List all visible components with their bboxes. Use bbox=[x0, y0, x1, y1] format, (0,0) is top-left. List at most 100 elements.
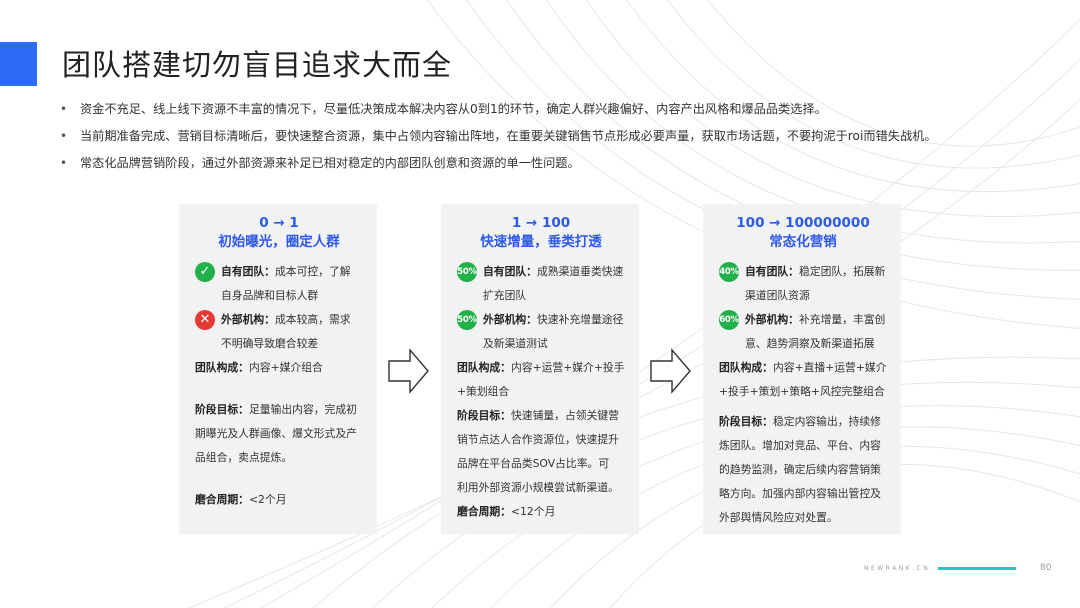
internal-team-row-cont: 扩充团队 bbox=[457, 284, 625, 308]
stage-goal-text: 品组合，卖点提炼。 bbox=[195, 451, 293, 464]
stage-goal-text: 利用外部资源小规模尝试新渠道。 bbox=[457, 481, 619, 494]
stage-goal-cont: 利用外部资源小规模尝试新渠道。 bbox=[457, 476, 625, 500]
adaptation-period-label: 磨合周期： bbox=[457, 505, 511, 518]
bullet-item: • 常态化品牌营销阶段，通过外部资源来补足已相对稳定的内部团队创意和资源的单一性问… bbox=[58, 150, 1058, 177]
internal-team-label: 自有团队： bbox=[221, 265, 275, 278]
stage-goal-text: 销节点达人合作资源位，快速提升 bbox=[457, 433, 619, 446]
external-agency-row-cont: 意、趋势洞察及新渠道拓展 bbox=[719, 332, 887, 356]
percent-badge-icon: 50% bbox=[457, 262, 477, 282]
percent-badge-icon: 50% bbox=[457, 310, 477, 330]
stage-goal-label: 阶段目标： bbox=[457, 409, 511, 422]
team-composition-text: 内容+媒介组合 bbox=[248, 361, 323, 374]
stage-range: 100 → 100000000 bbox=[736, 215, 870, 231]
stage-goal-cont: 的趋势监测，确定后续内容营销策 bbox=[719, 458, 887, 482]
internal-team-text: 渠道团队资源 bbox=[745, 289, 810, 302]
stage-goal: 阶段目标：快速铺量，占领关键营 bbox=[457, 404, 625, 428]
cross-icon: ✕ bbox=[195, 310, 215, 330]
team-composition-cont: +投手+策划+策略+风控完整组合 bbox=[719, 380, 887, 404]
internal-team-text: 扩充团队 bbox=[483, 289, 527, 302]
percent-badge-icon: 60% bbox=[719, 310, 739, 330]
team-composition: 团队构成：内容+直播+运营+媒介 bbox=[719, 356, 887, 380]
stage-goal: 阶段目标：稳定内容输出，持续修 bbox=[719, 410, 887, 434]
stage-goal-cont: 略方向。加强内部内容输出管控及 bbox=[719, 482, 887, 506]
team-composition-label: 团队构成： bbox=[457, 361, 511, 374]
external-agency-row-cont: 不明确导致磨合较差 bbox=[195, 332, 363, 356]
stage-phase: 初始曝光，圈定人群 bbox=[218, 234, 340, 250]
internal-team-row-cont: 自身品牌和目标人群 bbox=[195, 284, 363, 308]
bullet-text: 资金不充足、线上线下资源不丰富的情况下，尽量低决策成本解决内容从0到1的环节，确… bbox=[80, 102, 827, 116]
adaptation-period: 磨合周期：<12个月 bbox=[457, 500, 625, 524]
team-composition-cont: +策划组合 bbox=[457, 380, 625, 404]
stage-goal: 阶段目标：足量输出内容，完成初 bbox=[195, 398, 363, 422]
team-composition-text: 内容+直播+运营+媒介 bbox=[772, 361, 887, 374]
external-agency-row: 50% 外部机构：快速补充增量途径 bbox=[457, 308, 625, 332]
stage-goal-text: 品牌在平台品类SOV占比率。可 bbox=[457, 457, 610, 470]
external-agency-label: 外部机构： bbox=[745, 313, 799, 326]
page-title: 团队搭建切勿盲目追求大而全 bbox=[62, 48, 453, 82]
bullet-marker: • bbox=[60, 156, 68, 170]
external-agency-text: 不明确导致磨合较差 bbox=[221, 337, 319, 350]
team-composition: 团队构成：内容+运营+媒介+投手 bbox=[457, 356, 625, 380]
external-agency-label: 外部机构： bbox=[483, 313, 537, 326]
team-composition: 团队构成：内容+媒介组合 bbox=[195, 356, 363, 380]
external-agency-row-cont: 及新渠道测试 bbox=[457, 332, 625, 356]
footer-accent-line bbox=[938, 567, 1016, 570]
stage-goal-text: 略方向。加强内部内容输出管控及 bbox=[719, 487, 881, 500]
internal-team-text: 成本可控，了解 bbox=[274, 265, 351, 278]
bullet-marker: • bbox=[60, 129, 68, 143]
stage-goal-text: 稳定内容输出，持续修 bbox=[772, 415, 881, 428]
internal-team-row: 40% 自有团队：稳定团队，拓展新 bbox=[719, 260, 887, 284]
internal-team-text: 稳定团队，拓展新 bbox=[798, 265, 886, 278]
internal-team-text: 成熟渠道垂类快速 bbox=[536, 265, 624, 278]
stage-goal-label: 阶段目标： bbox=[719, 415, 773, 428]
adaptation-period-value: <2个月 bbox=[248, 493, 287, 506]
title-accent-bar bbox=[0, 42, 37, 86]
stage-goal-cont: 销节点达人合作资源位，快速提升 bbox=[457, 428, 625, 452]
stage-goal-cont: 品组合，卖点提炼。 bbox=[195, 446, 363, 470]
stage-card-routine: 100 → 100000000 常态化营销 40% 自有团队：稳定团队，拓展新 … bbox=[703, 204, 901, 534]
stage-goal-cont: 期曝光及人群画像、爆文形式及产 bbox=[195, 422, 363, 446]
page-number: 80 bbox=[1040, 563, 1052, 573]
external-agency-text: 补充增量，丰富创 bbox=[798, 313, 886, 326]
team-composition-label: 团队构成： bbox=[719, 361, 773, 374]
external-agency-label: 外部机构： bbox=[221, 313, 275, 326]
stage-goal-cont: 外部舆情风险应对处置。 bbox=[719, 506, 887, 530]
stage-goal-text: 期曝光及人群画像、爆文形式及产 bbox=[195, 427, 357, 440]
bullet-text: 当前期准备完成、营销目标清晰后，要快速整合资源，集中占领内容输出阵地，在重要关键… bbox=[80, 129, 937, 143]
right-arrow-icon bbox=[388, 348, 429, 394]
team-composition-label: 团队构成： bbox=[195, 361, 249, 374]
check-icon: ✓ bbox=[195, 262, 215, 282]
stage-phase: 快速增量，垂类打透 bbox=[480, 234, 602, 250]
external-agency-row: ✕ 外部机构：成本较高，需求 bbox=[195, 308, 363, 332]
stage-goal-text: 足量输出内容，完成初 bbox=[248, 403, 357, 416]
external-agency-text: 快速补充增量途径 bbox=[536, 313, 624, 326]
stage-goal-text: 炼团队。增加对竞品、平台、内容 bbox=[719, 439, 881, 452]
bullet-item: • 当前期准备完成、营销目标清晰后，要快速整合资源，集中占领内容输出阵地，在重要关… bbox=[58, 123, 1058, 150]
internal-team-row: ✓ 自有团队：成本可控，了解 bbox=[195, 260, 363, 284]
adaptation-period: 磨合周期：<2个月 bbox=[195, 488, 363, 512]
team-composition-text: +策划组合 bbox=[457, 385, 510, 398]
external-agency-text: 及新渠道测试 bbox=[483, 337, 548, 350]
footer-brand: NEWRANK.CN bbox=[864, 565, 931, 572]
external-agency-row: 60% 外部机构：补充增量，丰富创 bbox=[719, 308, 887, 332]
external-agency-text: 成本较高，需求 bbox=[274, 313, 351, 326]
bullet-marker: • bbox=[60, 102, 68, 116]
internal-team-row-cont: 渠道团队资源 bbox=[719, 284, 887, 308]
stage-goal-cont: 品牌在平台品类SOV占比率。可 bbox=[457, 452, 625, 476]
stage-range: 0 → 1 bbox=[259, 215, 299, 231]
adaptation-period-label: 磨合周期： bbox=[195, 493, 249, 506]
stage-goal-text: 外部舆情风险应对处置。 bbox=[719, 511, 838, 524]
stage-card-growth: 1 → 100 快速增量，垂类打透 50% 自有团队：成熟渠道垂类快速 扩充团队… bbox=[441, 204, 639, 534]
stage-goal-label: 阶段目标： bbox=[195, 403, 249, 416]
internal-team-label: 自有团队： bbox=[483, 265, 537, 278]
internal-team-label: 自有团队： bbox=[745, 265, 799, 278]
bullet-list: • 资金不充足、线上线下资源不丰富的情况下，尽量低决策成本解决内容从0到1的环节，… bbox=[58, 96, 1058, 177]
right-arrow-icon bbox=[650, 348, 691, 394]
team-composition-text: +投手+策划+策略+风控完整组合 bbox=[719, 385, 885, 398]
stage-goal-text: 快速铺量，占领关键营 bbox=[510, 409, 619, 422]
internal-team-text: 自身品牌和目标人群 bbox=[221, 289, 319, 302]
bullet-item: • 资金不充足、线上线下资源不丰富的情况下，尽量低决策成本解决内容从0到1的环节，… bbox=[58, 96, 1058, 123]
internal-team-row: 50% 自有团队：成熟渠道垂类快速 bbox=[457, 260, 625, 284]
stage-phase: 常态化营销 bbox=[769, 234, 837, 250]
stage-range: 1 → 100 bbox=[511, 215, 571, 231]
